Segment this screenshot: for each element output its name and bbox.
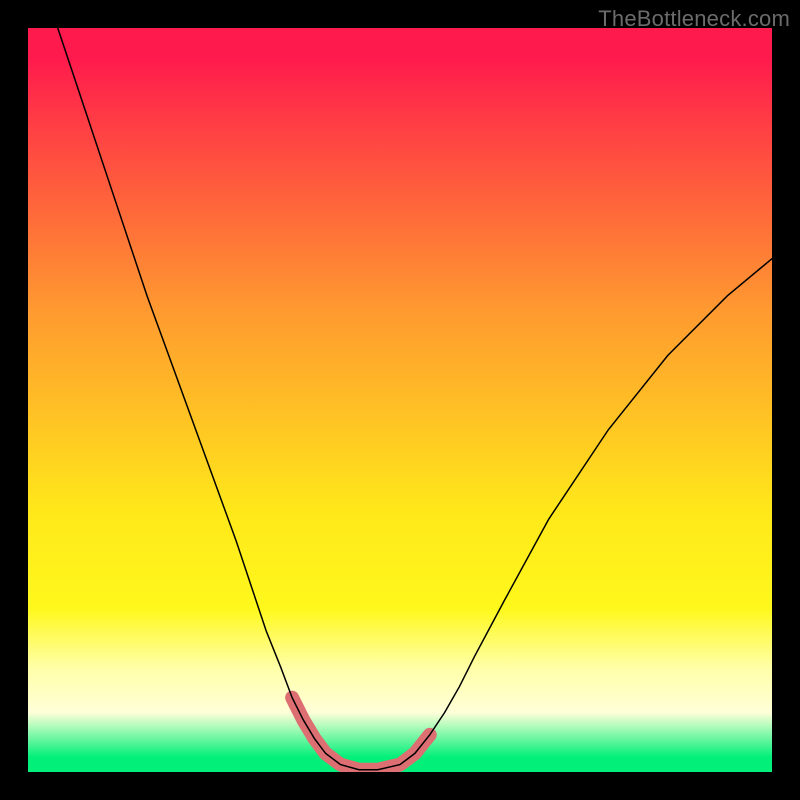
chart-frame: TheBottleneck.com	[0, 0, 800, 800]
plot-area	[28, 28, 772, 772]
bottom-highlight-line	[292, 698, 430, 770]
main-curve-line	[58, 28, 772, 770]
watermark-text: TheBottleneck.com	[598, 6, 790, 32]
chart-svg	[28, 28, 772, 772]
